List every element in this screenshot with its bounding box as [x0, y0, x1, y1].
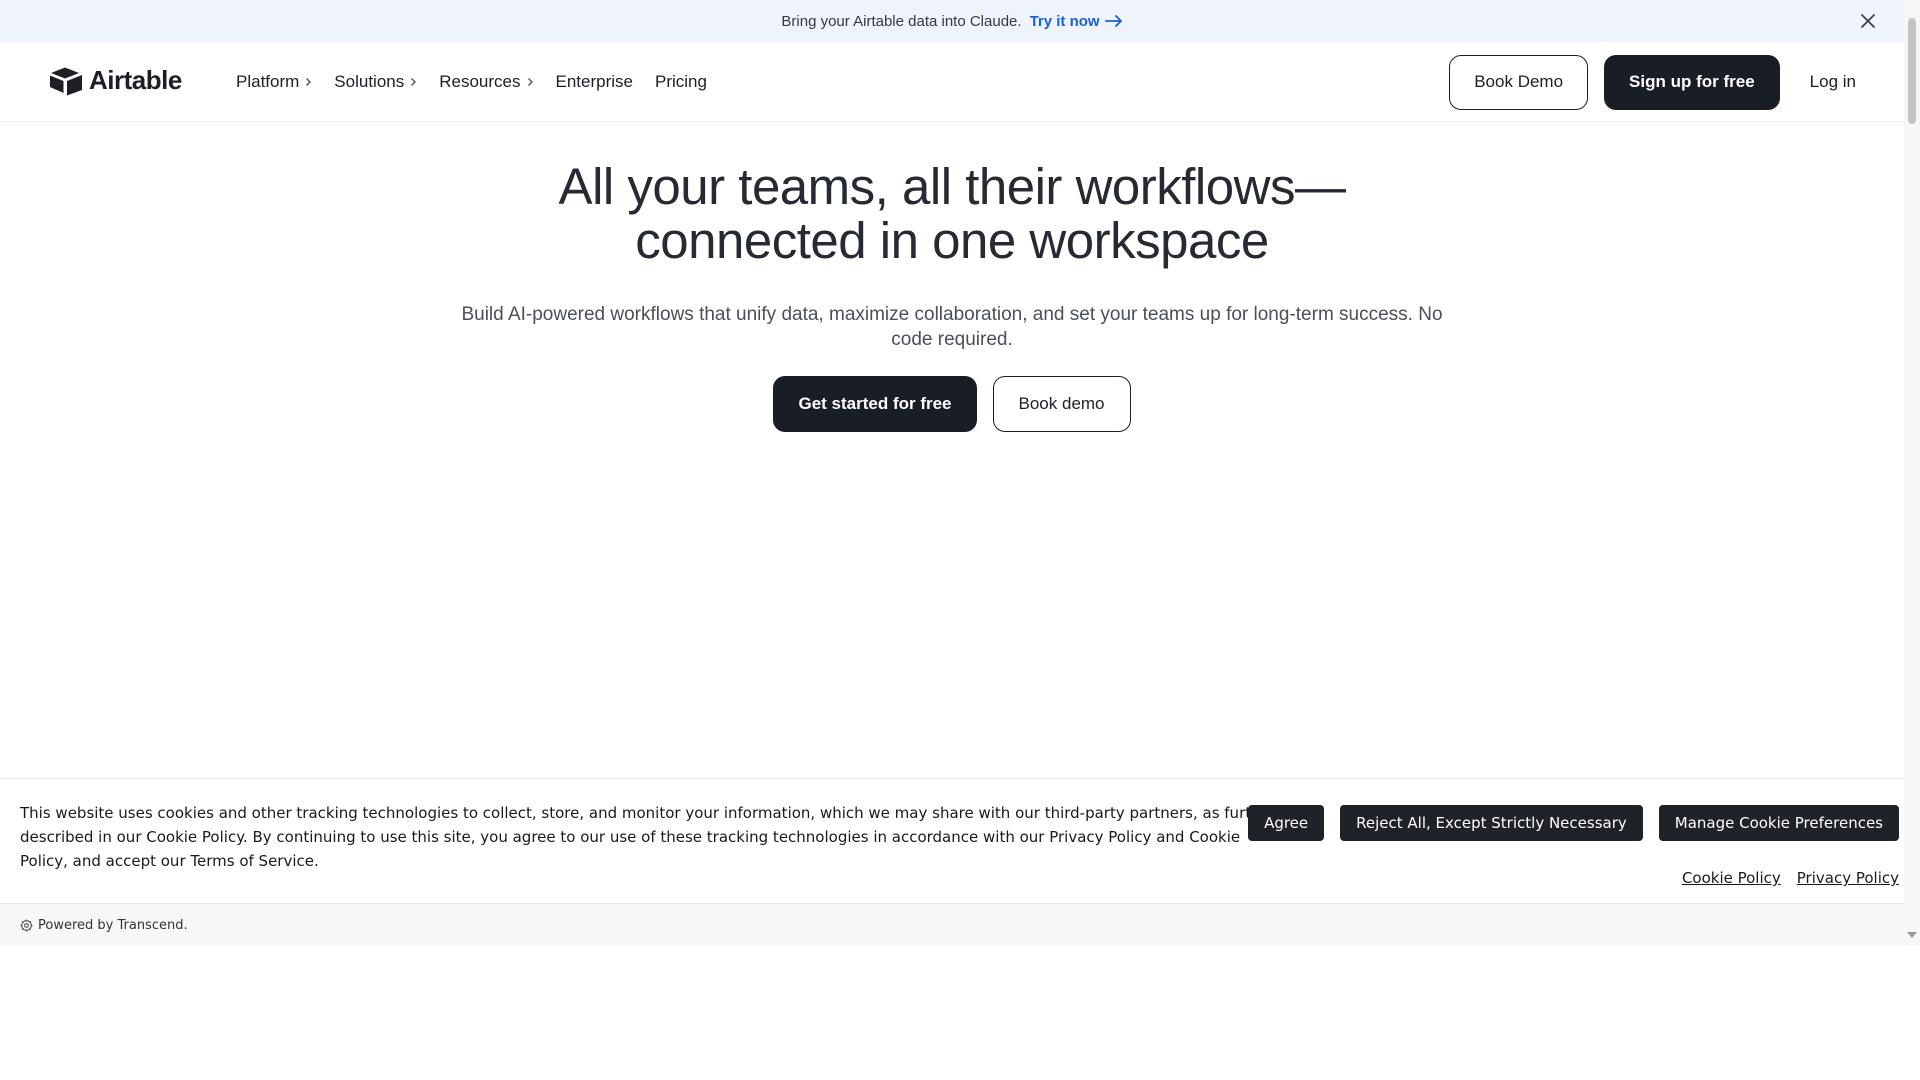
close-icon	[1861, 14, 1875, 28]
nav-label: Solutions	[334, 72, 405, 91]
page-scrollbar[interactable]	[1904, 0, 1920, 945]
airtable-logo[interactable]: Airtable	[49, 65, 182, 96]
logo-text: Airtable	[89, 65, 182, 95]
scroll-down-arrow-icon[interactable]	[1907, 932, 1917, 938]
arrow-right-icon	[1104, 15, 1122, 27]
get-started-button[interactable]: Get started for free	[773, 376, 977, 432]
nav-item-solutions[interactable]: Solutions	[334, 72, 417, 92]
nav-label: Pricing	[654, 72, 707, 91]
nav-item-pricing[interactable]: Pricing	[655, 72, 707, 92]
transcend-gear-icon	[20, 918, 33, 932]
chevron-right-icon	[411, 78, 417, 86]
cookie-text: This website uses cookies and other trac…	[20, 804, 1277, 870]
cookie-policy-link[interactable]: Cookie Policy	[1682, 869, 1781, 887]
airtable-logo-icon	[50, 67, 82, 95]
powered-by-text: Powered by Transcend.	[38, 917, 188, 933]
agree-button[interactable]: Agree	[1248, 805, 1325, 841]
nav-item-platform[interactable]: Platform	[236, 72, 312, 92]
chevron-right-icon	[306, 78, 312, 86]
sign-up-button[interactable]: Sign up for free	[1604, 54, 1780, 110]
hero-title-line-2: connected in one workspace	[635, 212, 1269, 269]
book-demo-button[interactable]: Book Demo	[1449, 54, 1589, 110]
page: Bring your Airtable data into Claude. Tr…	[0, 0, 1920, 1080]
manage-cookie-preferences-button[interactable]: Manage Cookie Preferences	[1658, 805, 1899, 841]
try-it-now-label: Try it now	[1029, 12, 1100, 30]
hero-book-demo-button[interactable]: Book demo	[992, 376, 1131, 432]
nav-label: Platform	[236, 72, 300, 91]
main-nav: Platform Solutions Resources Enterprise …	[236, 42, 729, 122]
cookie-banner: This website uses cookies and other trac…	[0, 778, 1904, 946]
site-header: Airtable Platform Solutions Resources En…	[0, 42, 1904, 122]
announcement-bar: Bring your Airtable data into Claude. Tr…	[0, 0, 1904, 42]
try-it-now-link[interactable]: Try it now	[1030, 13, 1123, 30]
header-actions: Book Demo Sign up for free Log in	[1449, 54, 1870, 110]
nav-label: Resources	[439, 72, 521, 91]
announcement-close-button[interactable]	[1858, 11, 1878, 31]
hero-actions: Get started for free Book demo	[0, 376, 1904, 432]
cookie-links: Cookie Policy Privacy Policy	[1682, 869, 1899, 887]
hero-title: All your teams, all their workflows— con…	[0, 160, 1904, 268]
nav-item-enterprise[interactable]: Enterprise	[556, 72, 633, 92]
cookie-buttons: Agree Reject All, Except Strictly Necess…	[1248, 805, 1899, 841]
log-in-link[interactable]: Log in	[1796, 72, 1870, 92]
hero-subtitle: Build AI-powered workflows that unify da…	[461, 304, 1443, 350]
cookie-footer: Powered by Transcend.	[0, 903, 1904, 946]
privacy-policy-link[interactable]: Privacy Policy	[1797, 869, 1899, 887]
chevron-right-icon	[527, 78, 533, 86]
nav-label: Enterprise	[555, 72, 633, 91]
scrollbar-thumb[interactable]	[1908, 18, 1916, 124]
nav-item-resources[interactable]: Resources	[439, 72, 533, 92]
hero-title-line-1: All your teams, all their workflows—	[558, 158, 1346, 215]
announcement-text: Bring your Airtable data into Claude.	[781, 12, 1022, 30]
reject-all-button[interactable]: Reject All, Except Strictly Necessary	[1340, 805, 1643, 841]
